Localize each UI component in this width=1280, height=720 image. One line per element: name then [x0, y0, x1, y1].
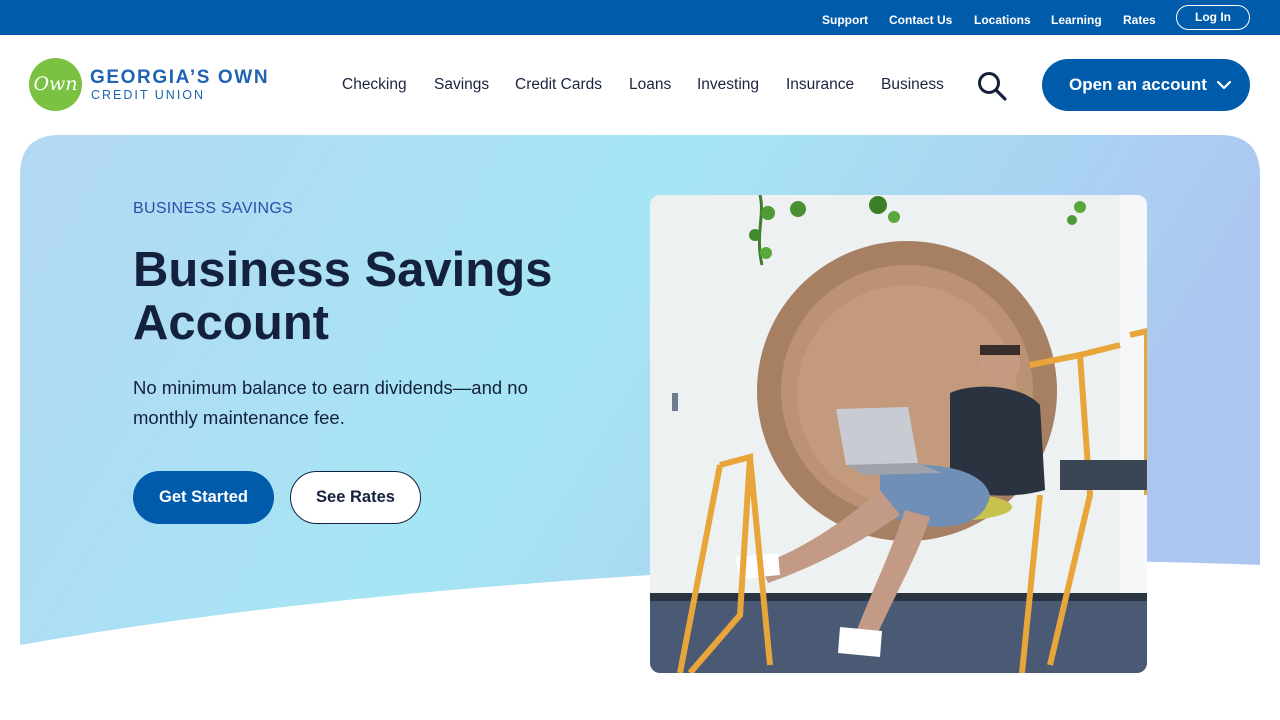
utility-link-support[interactable]: Support — [822, 13, 868, 27]
logo-mark: Own — [29, 58, 82, 111]
utility-link-locations[interactable]: Locations — [974, 13, 1031, 27]
chevron-down-icon — [1216, 80, 1232, 90]
utility-bar: Support Contact Us Locations Learning Ra… — [0, 0, 1280, 35]
open-account-label: Open an account — [1069, 75, 1207, 94]
get-started-button[interactable]: Get Started — [133, 471, 274, 524]
utility-link-contact-us[interactable]: Contact Us — [889, 13, 952, 27]
login-button[interactable]: Log In — [1176, 5, 1250, 30]
logo-name: GEORGIA’S OWN — [90, 67, 270, 88]
search-icon — [978, 72, 1007, 101]
logo-subname: CREDIT UNION — [91, 88, 206, 102]
nav-item-credit-cards[interactable]: Credit Cards — [515, 76, 602, 94]
nav-item-insurance[interactable]: Insurance — [786, 76, 854, 94]
nav-item-checking[interactable]: Checking — [342, 76, 407, 94]
nav-item-business[interactable]: Business — [881, 76, 944, 94]
nav-item-investing[interactable]: Investing — [697, 76, 759, 94]
hero-description: No minimum balance to earn dividends—and… — [133, 377, 528, 428]
hero-eyebrow: BUSINESS SAVINGS — [133, 200, 294, 217]
open-account-button[interactable]: Open an account — [1042, 59, 1250, 111]
nav-item-loans[interactable]: Loans — [629, 76, 671, 94]
utility-link-learning[interactable]: Learning — [1051, 13, 1102, 27]
search-button[interactable] — [976, 70, 1008, 102]
brand-logo[interactable]: Own GEORGIA’S OWN CREDIT UNION — [29, 58, 279, 112]
hero-photo — [650, 195, 1147, 673]
nav-item-savings[interactable]: Savings — [434, 76, 489, 94]
utility-link-rates[interactable]: Rates — [1123, 13, 1156, 27]
page-title: Business Savings Account — [133, 243, 553, 350]
see-rates-button[interactable]: See Rates — [290, 471, 421, 524]
